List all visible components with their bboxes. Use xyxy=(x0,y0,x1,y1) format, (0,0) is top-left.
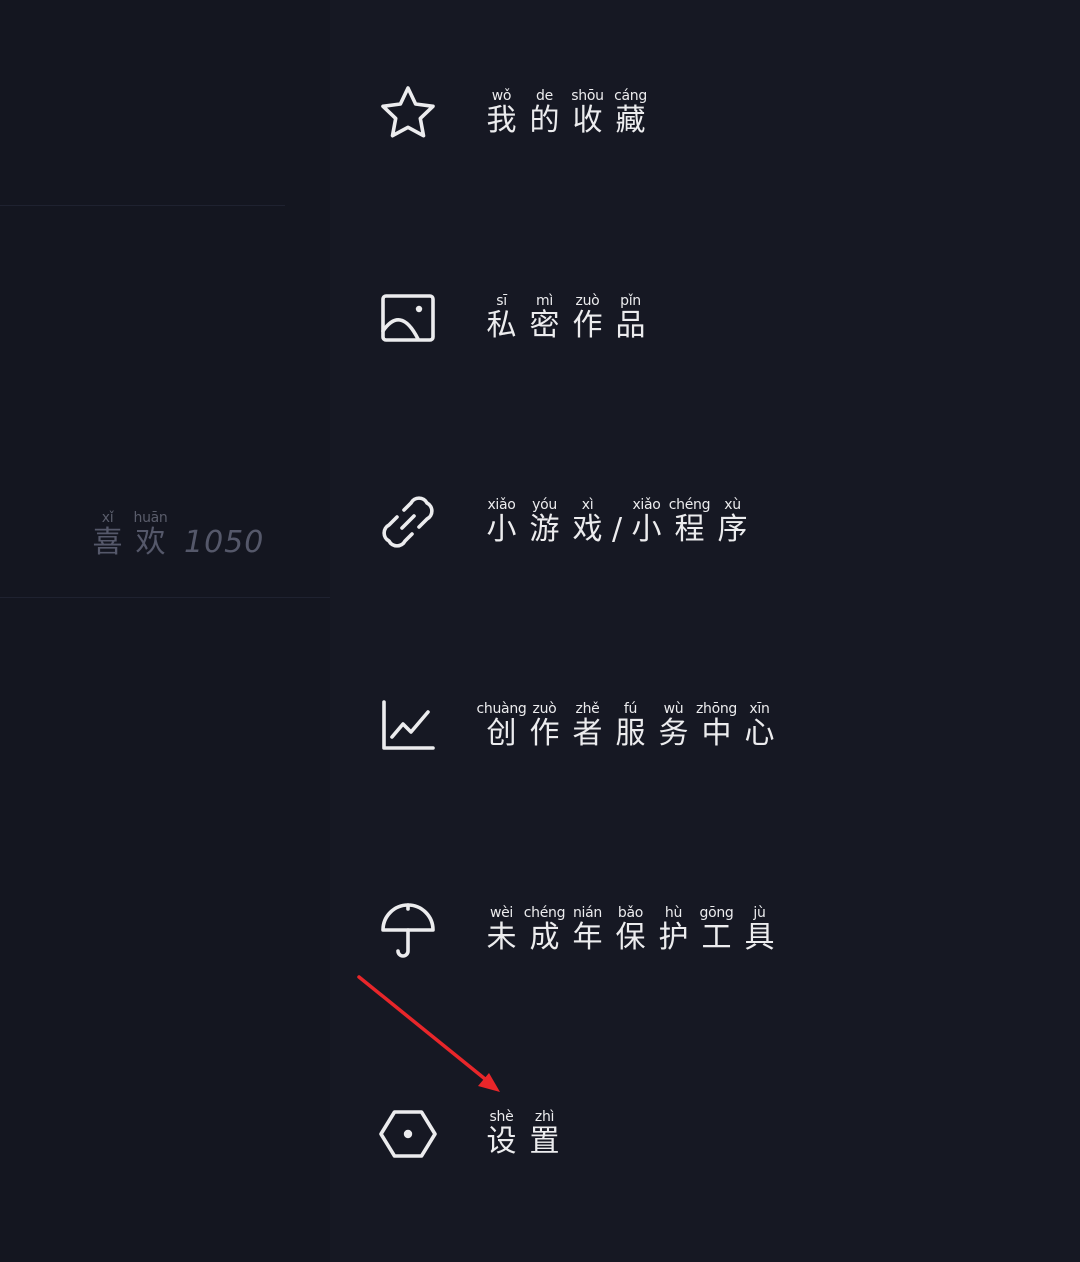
label-char: mì 密 xyxy=(529,293,560,343)
menu-item-creator-center[interactable]: chuàng 创 zuò 作 zhě 者 fú 服 wù 务 zhōng 中 xīn 心 xyxy=(378,671,1028,781)
likes-stat: xǐ 喜 huān 欢 1050 xyxy=(86,510,264,560)
label-char: de 的 xyxy=(529,88,560,138)
link-icon xyxy=(378,492,438,552)
label-char: wèi 未 xyxy=(486,905,517,955)
label-char: chéng 程 xyxy=(668,497,711,547)
label-separator: / xyxy=(611,512,623,547)
label-char: wù 务 xyxy=(658,701,689,751)
likes-char-2: huān 欢 xyxy=(133,510,168,560)
menu-item-minor-protection[interactable]: wèi 未 chéng 成 nián 年 bǎo 保 hù 护 gōng 工 jù 具 xyxy=(378,875,1028,985)
divider xyxy=(0,205,285,206)
label-char: cáng 藏 xyxy=(614,88,647,138)
label-char: hù 护 xyxy=(658,905,689,955)
label-char: fú 服 xyxy=(615,701,646,751)
menu-label: chuàng 创 zuò 作 zhě 者 fú 服 wù 务 zhōng 中 xīn 心 xyxy=(476,701,781,751)
label-char: xiǎo 小 xyxy=(631,497,662,547)
label-char: xīn 心 xyxy=(744,701,775,751)
menu-item-private-works[interactable]: sī 私 mì 密 zuò 作 pǐn 品 xyxy=(378,263,1028,373)
menu-label: sī 私 mì 密 zuò 作 pǐn 品 xyxy=(480,293,652,343)
label-char: zuò 作 xyxy=(529,701,560,751)
label-char: xù 序 xyxy=(717,497,748,547)
label-char: zhōng 中 xyxy=(695,701,738,751)
label-char: sī 私 xyxy=(486,293,517,343)
label-char: xiǎo 小 xyxy=(486,497,517,547)
menu-label: shè 设 zhì 置 xyxy=(480,1109,566,1159)
likes-char-1: xǐ 喜 xyxy=(92,510,123,560)
label-char: xì 戏 xyxy=(572,497,603,547)
menu-item-favorites[interactable]: wǒ 我 de 的 shōu 收 cáng 藏 xyxy=(378,58,1028,168)
page: xǐ 喜 huān 欢 1050 wǒ我 de的 shōu收 cáng藏 xyxy=(0,0,1080,1262)
star-icon xyxy=(378,83,438,143)
likes-count: 1050 xyxy=(184,525,265,560)
menu-item-settings[interactable]: shè 设 zhì 置 xyxy=(378,1079,1028,1189)
label-char: zuò 作 xyxy=(572,293,603,343)
label-char: chéng 成 xyxy=(523,905,566,955)
label-char: bǎo 保 xyxy=(615,905,646,955)
label-char: nián 年 xyxy=(572,905,603,955)
label-char: wǒ 我 xyxy=(486,88,517,138)
settings-hexagon-icon xyxy=(378,1104,438,1164)
menu-label: wǒ 我 de 的 shōu 收 cáng 藏 xyxy=(480,88,652,138)
menu-item-mini-games-programs[interactable]: xiǎo 小 yóu 游 xì 戏 / xiǎo 小 chéng 程 xù 序 xyxy=(378,467,1028,577)
menu-label: xiǎo 小 yóu 游 xì 戏 / xiǎo 小 chéng 程 xù 序 xyxy=(480,497,754,547)
label-char: jù 具 xyxy=(744,905,775,955)
side-drawer-menu: wǒ 我 de 的 shōu 收 cáng 藏 sī 私 mì 密 zuò 作 pǐn 品 xyxy=(330,0,1080,1262)
label-char: yóu 游 xyxy=(529,497,560,547)
profile-panel-dimmed: xǐ 喜 huān 欢 1050 xyxy=(0,0,330,1262)
label-char: zhě 者 xyxy=(572,701,603,751)
label-char: chuàng 创 xyxy=(476,701,527,751)
label-char: pǐn 品 xyxy=(615,293,646,343)
label-char: shè 设 xyxy=(486,1109,517,1159)
divider xyxy=(0,597,330,598)
trend-chart-icon xyxy=(378,696,438,756)
image-icon xyxy=(378,288,438,348)
label-char: gōng 工 xyxy=(699,905,734,955)
menu-label: wèi 未 chéng 成 nián 年 bǎo 保 hù 护 gōng 工 jù 具 xyxy=(480,905,781,955)
label-char: zhì 置 xyxy=(529,1109,560,1159)
umbrella-icon xyxy=(378,900,438,960)
label-char: shōu 收 xyxy=(571,88,604,138)
